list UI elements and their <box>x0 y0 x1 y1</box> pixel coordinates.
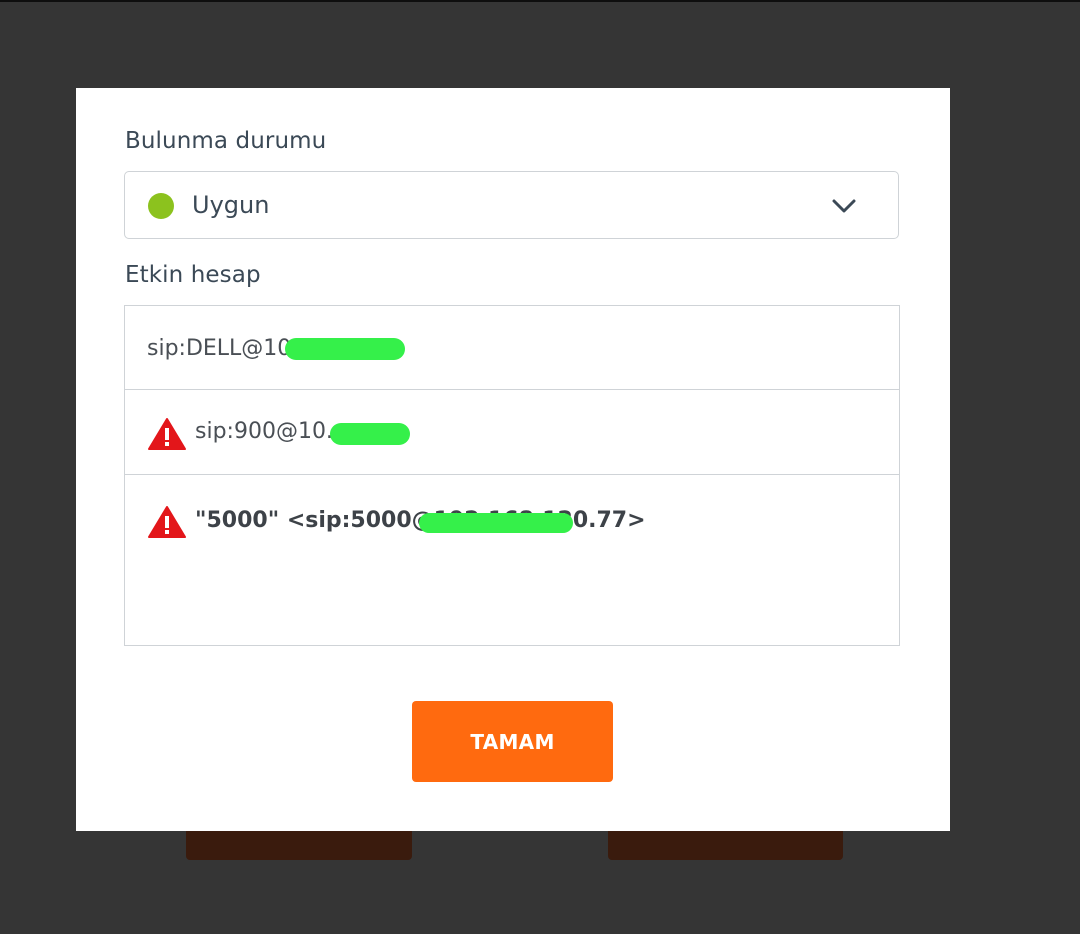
account-item-5000[interactable]: "5000" <sip:5000@192.168.120.77> <box>125 475 899 645</box>
warning-icon <box>148 418 186 450</box>
warning-icon <box>148 506 186 538</box>
status-dot-icon <box>148 193 174 219</box>
window-top-border <box>0 0 1080 2</box>
redaction-mark <box>419 513 573 533</box>
redaction-mark <box>285 338 405 360</box>
ok-button[interactable]: TAMAM <box>412 701 613 782</box>
account-item-text: sip:DELL@10 <box>147 336 292 361</box>
chevron-down-icon <box>832 199 856 213</box>
active-account-label: Etkin hesap <box>125 262 261 288</box>
redaction-mark <box>330 423 410 445</box>
account-item-text: sip:900@10. <box>195 419 333 444</box>
status-dialog: Bulunma durumu Uygun Etkin hesap sip:DEL… <box>76 88 950 831</box>
account-list: sip:DELL@10 sip:900@10. "5000" <sip:5000… <box>124 305 900 646</box>
status-select-value: Uygun <box>192 191 270 219</box>
status-label: Bulunma durumu <box>125 128 327 154</box>
account-item-dell[interactable]: sip:DELL@10 <box>125 306 899 390</box>
account-item-900[interactable]: sip:900@10. <box>125 390 899 475</box>
status-select[interactable]: Uygun <box>124 171 899 239</box>
